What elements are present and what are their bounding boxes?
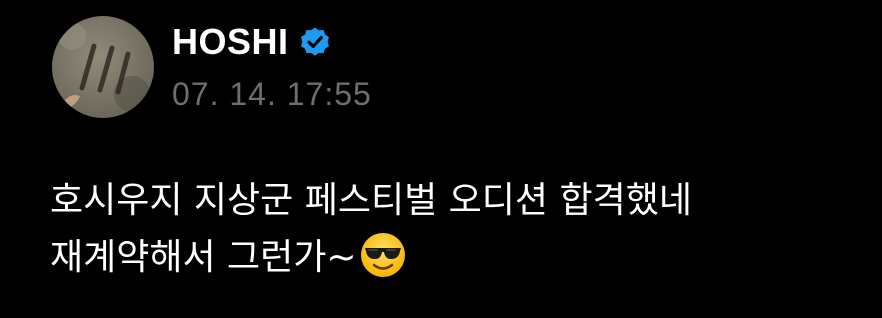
post-body: 호시우지 지상군 페스티벌 오디션 합격했네 재계약해서 그런가~ xyxy=(50,172,850,286)
verified-badge-icon xyxy=(299,26,331,58)
avatar[interactable] xyxy=(52,16,154,118)
author-name[interactable]: HOSHI xyxy=(172,21,289,63)
avatar-photo xyxy=(58,22,150,112)
post-text-line-2-wrapper: 재계약해서 그런가~ xyxy=(50,229,850,286)
post-card: HOSHI 07. 14. 17:55 호시우지 지상군 페스티벌 오디션 합격… xyxy=(0,0,882,318)
post-text-line-1: 호시우지 지상군 페스티벌 오디션 합격했네 xyxy=(50,180,692,221)
author-row: HOSHI xyxy=(172,20,331,64)
post-timestamp: 07. 14. 17:55 xyxy=(172,76,372,112)
sunglasses-emoji-icon xyxy=(359,231,407,279)
post-text-line-2: 재계약해서 그런가~ xyxy=(50,237,357,278)
